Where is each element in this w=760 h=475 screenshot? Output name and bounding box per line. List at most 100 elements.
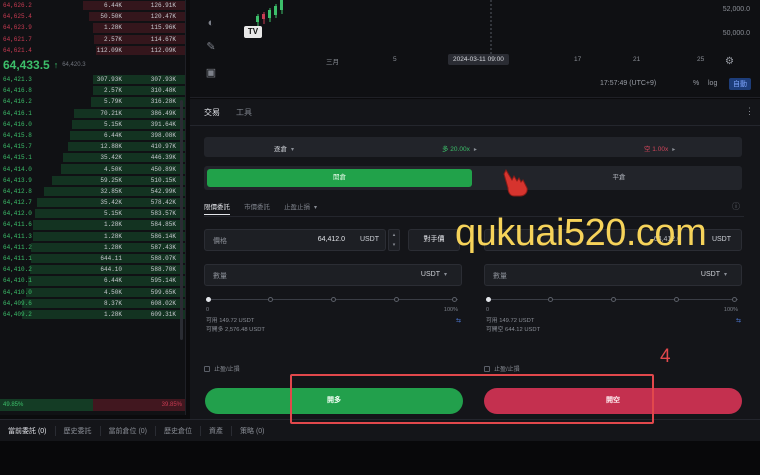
bid-row[interactable]: 64,411.6 1.28K 584.85K: [0, 219, 185, 230]
tab-positions[interactable]: 當前倉位 (0): [101, 425, 156, 436]
slider-stop[interactable]: [611, 297, 616, 302]
bid-row[interactable]: 64,414.0 4.50K 450.89K: [0, 163, 185, 174]
tab-strategies[interactable]: 策略 (0): [232, 426, 273, 436]
bid-row[interactable]: 64,411.2 1.28K 587.43K: [0, 242, 185, 253]
slider-handle[interactable]: [486, 297, 491, 302]
bid-row[interactable]: 64,412.0 5.15K 583.57K: [0, 208, 185, 219]
bid-size: 70.21K: [100, 109, 122, 117]
slider-handle[interactable]: [206, 297, 211, 302]
tab-trade[interactable]: 交易: [204, 107, 220, 118]
bid-price: 64,411.3: [3, 232, 32, 240]
bid-row[interactable]: 64,415.8 6.44K 398.08K: [0, 130, 185, 141]
bid-row[interactable]: 64,409.2 1.28K 609.31K: [0, 309, 185, 320]
bid-size: 644.11: [100, 255, 122, 263]
ask-row[interactable]: 64,621.7 2.57K 114.67K: [0, 34, 185, 45]
counter-price-button[interactable]: 對手價: [408, 229, 460, 251]
price-scale-label: 50,000.0: [722, 30, 750, 37]
bid-size: 1.28K: [103, 221, 122, 229]
chevron-down-icon: ▾: [314, 205, 318, 211]
short-quantity-input[interactable]: 數量 USDT ▾: [484, 264, 742, 286]
tab-position-history[interactable]: 歷史倉位: [156, 425, 201, 436]
slider-stop[interactable]: [674, 297, 679, 302]
bid-price: 64,410.0: [3, 288, 32, 296]
bid-row[interactable]: 64,416.1 70.21K 386.49K: [0, 108, 185, 119]
bid-price: 64,410.2: [3, 266, 32, 274]
long-quantity-slider[interactable]: [206, 296, 458, 304]
ask-row[interactable]: 64,623.9 1.28K 115.96K: [0, 22, 185, 33]
chevron-up-icon[interactable]: ▴: [393, 232, 396, 238]
price-stepper[interactable]: ▴ ▾: [388, 229, 400, 251]
magnet-icon[interactable]: ◐: [204, 16, 218, 30]
mark-price: 64,420.3: [62, 61, 86, 68]
bid-price: 64,411.2: [3, 243, 32, 251]
short-tpsl-checkbox[interactable]: 止盈/止損: [484, 364, 520, 373]
slider-stop[interactable]: [394, 297, 399, 302]
slider-stop[interactable]: [331, 297, 336, 302]
checkbox-icon[interactable]: [204, 365, 210, 372]
bid-row[interactable]: 64,410.1 6.44K 595.14K: [0, 275, 185, 286]
transfer-icon[interactable]: ⇆: [456, 317, 461, 324]
brush-icon[interactable]: ✎: [204, 40, 218, 54]
bid-row[interactable]: 64,416.0 5.15K 391.64K: [0, 119, 185, 130]
transfer-icon[interactable]: ⇆: [736, 317, 741, 324]
chart-footer: 17:57:49 (UTC+9) % log 自動: [190, 74, 760, 94]
slider-stop[interactable]: [548, 297, 553, 302]
bid-row[interactable]: 64,415.7 12.88K 410.97K: [0, 141, 185, 152]
bid-row[interactable]: 64,416.8 2.57K 310.48K: [0, 85, 185, 96]
tab-assets[interactable]: 資產: [201, 425, 232, 436]
tab-order-history[interactable]: 歷史委託: [56, 425, 101, 436]
tab-market-order[interactable]: 市價委託: [244, 201, 270, 215]
bid-row[interactable]: 64,410.0 4.50K 599.65K: [0, 287, 185, 298]
info-icon[interactable]: ⓘ: [732, 201, 740, 212]
slider-stop[interactable]: [268, 297, 273, 302]
short-leverage-select[interactable]: 空 1.00x ▸: [644, 143, 675, 153]
close-position-tab[interactable]: 平倉: [504, 169, 734, 187]
long-quantity-input[interactable]: 數量 USDT ▾: [204, 264, 462, 286]
slider-stop[interactable]: [452, 297, 457, 302]
ask-row[interactable]: 64,621.4 112.09K 112.09K: [0, 45, 185, 56]
long-leverage-select[interactable]: 多 20.00x ▸: [442, 143, 477, 153]
tab-tools[interactable]: 工具: [236, 107, 252, 118]
price-chart[interactable]: ◐ ✎ ▣ TV 52,000.0 50,000.0 三月 5 2024-03-…: [190, 0, 760, 98]
tradingview-logo: TV: [244, 26, 262, 38]
auto-scale-button[interactable]: 自動: [729, 78, 751, 90]
quantity-unit: USDT: [700, 271, 720, 278]
mid-price-row: 64,433.5 ↑ 64,420.3: [0, 56, 185, 74]
bid-row[interactable]: 64,412.8 32.85K 542.99K: [0, 186, 185, 197]
quantity-unit-select[interactable]: USDT ▾: [421, 271, 447, 278]
bid-row[interactable]: 64,409.6 8.37K 608.02K: [0, 298, 185, 309]
slider-stop[interactable]: [732, 297, 737, 302]
price-scale-label: 52,000.0: [722, 6, 750, 13]
ask-size: 2.57K: [103, 35, 122, 43]
short-quantity-slider[interactable]: [486, 296, 738, 304]
ask-row[interactable]: 64,626.2 6.44K 126.91K: [0, 0, 185, 11]
chevron-down-icon[interactable]: ▾: [393, 242, 396, 248]
log-scale-button[interactable]: log: [708, 80, 717, 87]
slider-max-label: 100%: [443, 307, 458, 313]
tab-limit-order[interactable]: 限價委託: [204, 201, 230, 215]
bid-row[interactable]: 64,416.2 5.79K 316.28K: [0, 96, 185, 107]
order-book-scrollbar[interactable]: [180, 100, 183, 340]
quantity-unit-select[interactable]: USDT ▾: [701, 271, 727, 278]
open-position-tab[interactable]: 開倉: [207, 169, 472, 187]
percent-scale-button[interactable]: %: [693, 80, 699, 87]
bid-size: 5.15K: [103, 210, 122, 218]
more-options-icon[interactable]: ⋮: [745, 106, 754, 117]
bid-row[interactable]: 64,415.1 35.42K 446.39K: [0, 152, 185, 163]
long-tpsl-checkbox[interactable]: 止盈/止損: [204, 364, 240, 373]
tab-tpsl-order[interactable]: 止盈止損 ▾: [284, 201, 317, 215]
price-input[interactable]: 價格 64,412.0 USDT: [204, 229, 386, 251]
bid-row[interactable]: 64,412.7 35.42K 578.42K: [0, 197, 185, 208]
bid-row[interactable]: 64,411.1 644.11 588.07K: [0, 253, 185, 264]
bid-row[interactable]: 64,421.3 307.93K 307.93K: [0, 74, 185, 85]
bid-size: 6.44K: [103, 131, 122, 139]
time-label: 25: [697, 56, 705, 63]
tab-open-orders[interactable]: 當前委託 (0): [0, 425, 56, 436]
bid-row[interactable]: 64,411.3 1.28K 586.14K: [0, 231, 185, 242]
chart-settings-icon[interactable]: ⚙: [725, 56, 734, 67]
checkbox-icon[interactable]: [484, 365, 490, 372]
bid-row[interactable]: 64,410.2 644.10 588.70K: [0, 264, 185, 275]
bid-row[interactable]: 64,413.9 59.25K 510.15K: [0, 175, 185, 186]
ask-row[interactable]: 64,625.4 50.50K 120.47K: [0, 11, 185, 22]
margin-mode-select[interactable]: 逐倉 ▾: [274, 143, 294, 153]
